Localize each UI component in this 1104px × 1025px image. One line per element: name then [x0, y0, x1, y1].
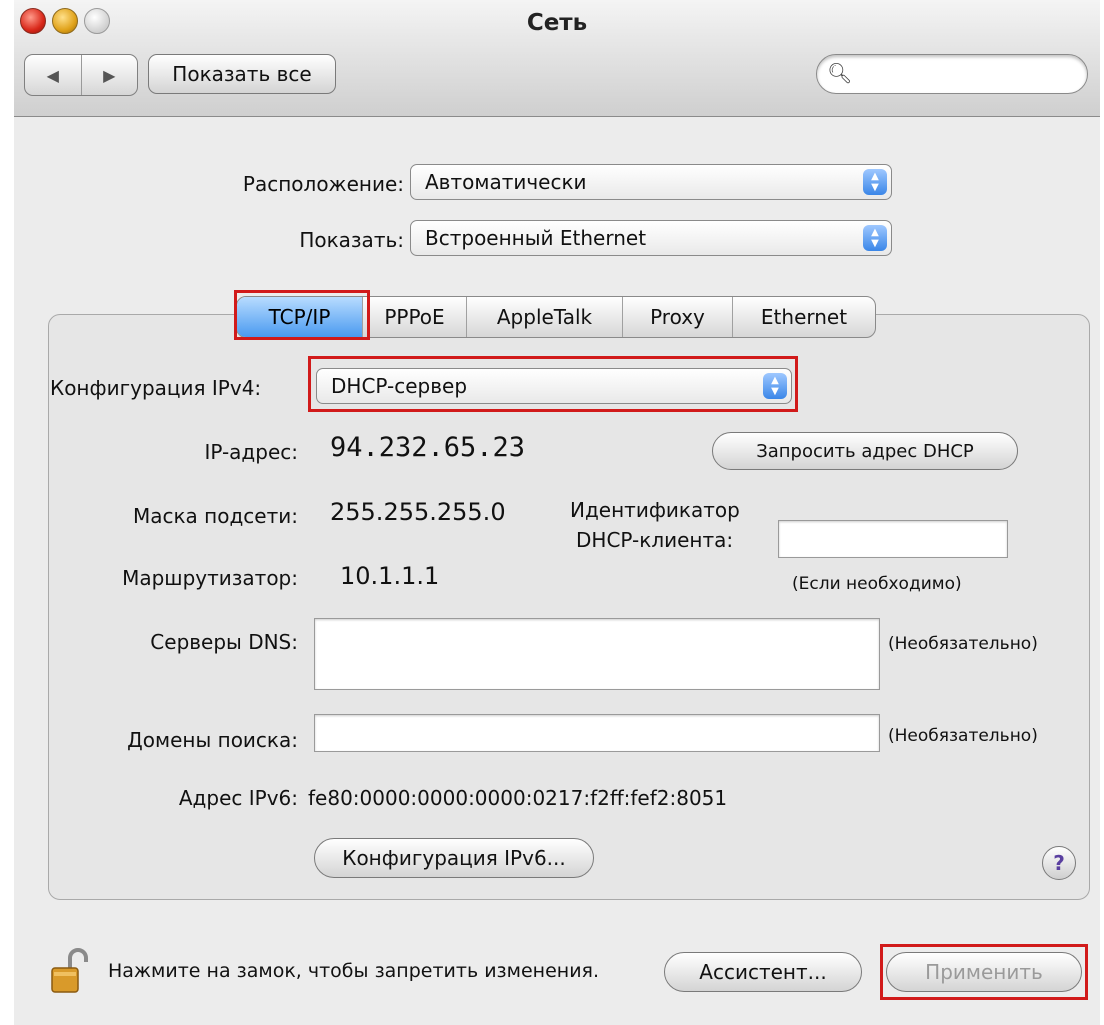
- configure-ipv6-button[interactable]: Конфигурация IPv6...: [314, 838, 594, 878]
- back-forward-control: ◀ ▶: [24, 54, 138, 96]
- show-label: Показать:: [299, 228, 404, 252]
- router-label: Маршрутизатор:: [122, 566, 298, 590]
- window-title: Сеть: [526, 10, 588, 36]
- location-label: Расположение:: [242, 172, 404, 196]
- search-domains-field[interactable]: [314, 714, 880, 752]
- ipv4-config-label: Конфигурация IPv4:: [50, 376, 262, 400]
- ipv4-config-highlight-box: [308, 356, 798, 412]
- location-select[interactable]: Автоматически ▲ ▼: [410, 164, 892, 200]
- assistant-button[interactable]: Ассистент...: [664, 952, 862, 992]
- select-arrows-icon: ▲ ▼: [863, 225, 887, 251]
- lock-icon[interactable]: [50, 944, 102, 996]
- location-value: Автоматически: [425, 170, 587, 194]
- dns-servers-label: Серверы DNS:: [150, 630, 298, 654]
- router-value: 10.1.1.1: [340, 562, 440, 590]
- tab-highlight-box: [234, 290, 370, 340]
- show-select[interactable]: Встроенный Ethernet ▲ ▼: [410, 220, 892, 256]
- ipv6-address-value: fe80:0000:0000:0000:0217:f2ff:fef2:8051: [308, 786, 728, 810]
- search-domains-hint: (Необязательно): [888, 726, 1038, 746]
- dhcp-client-id-field[interactable]: [778, 520, 1008, 558]
- ip-address-value: 94.232.65.23: [330, 432, 526, 463]
- dhcp-client-id-label-line1: Идентификатор: [570, 498, 740, 522]
- lock-instruction-text: Нажмите на замок, чтобы запретить измене…: [108, 960, 600, 982]
- tab-appletalk[interactable]: AppleTalk: [467, 297, 623, 337]
- dhcp-client-id-hint: (Если необходимо): [792, 574, 962, 594]
- show-value: Встроенный Ethernet: [425, 226, 647, 250]
- renew-dhcp-button[interactable]: Запросить адрес DHCP: [712, 432, 1018, 470]
- network-preferences-window: Сеть ◀ ▶ Показать все 🔍︎ Расположение: А…: [14, 0, 1100, 1025]
- forward-arrow-icon[interactable]: ▶: [82, 55, 138, 95]
- search-domains-label: Домены поиска:: [127, 728, 298, 752]
- search-input[interactable]: [857, 63, 1081, 86]
- magnifier-icon: 🔍︎: [827, 61, 853, 85]
- tab-ethernet[interactable]: Ethernet: [733, 297, 875, 337]
- tab-proxy[interactable]: Proxy: [623, 297, 733, 337]
- subnet-mask-label: Маска подсети:: [132, 504, 298, 528]
- apply-highlight-box: [880, 944, 1088, 1000]
- ip-address-label: IP-адрес:: [204, 440, 298, 464]
- dns-servers-field[interactable]: [314, 618, 880, 690]
- select-arrows-icon: ▲ ▼: [863, 169, 887, 195]
- help-icon[interactable]: ?: [1042, 846, 1076, 880]
- ipv6-address-label: Адрес IPv6:: [178, 786, 298, 810]
- title-bar: Сеть ◀ ▶ Показать все 🔍︎: [14, 0, 1100, 117]
- dhcp-client-id-label-line2: DHCP-клиента:: [576, 528, 734, 552]
- show-all-button[interactable]: Показать все: [148, 54, 336, 94]
- back-arrow-icon[interactable]: ◀: [25, 55, 82, 95]
- dns-servers-hint: (Необязательно): [888, 634, 1038, 654]
- tab-pppoe[interactable]: PPPoE: [363, 297, 467, 337]
- subnet-mask-value: 255.255.255.0: [330, 498, 506, 526]
- search-field[interactable]: 🔍︎: [816, 54, 1088, 94]
